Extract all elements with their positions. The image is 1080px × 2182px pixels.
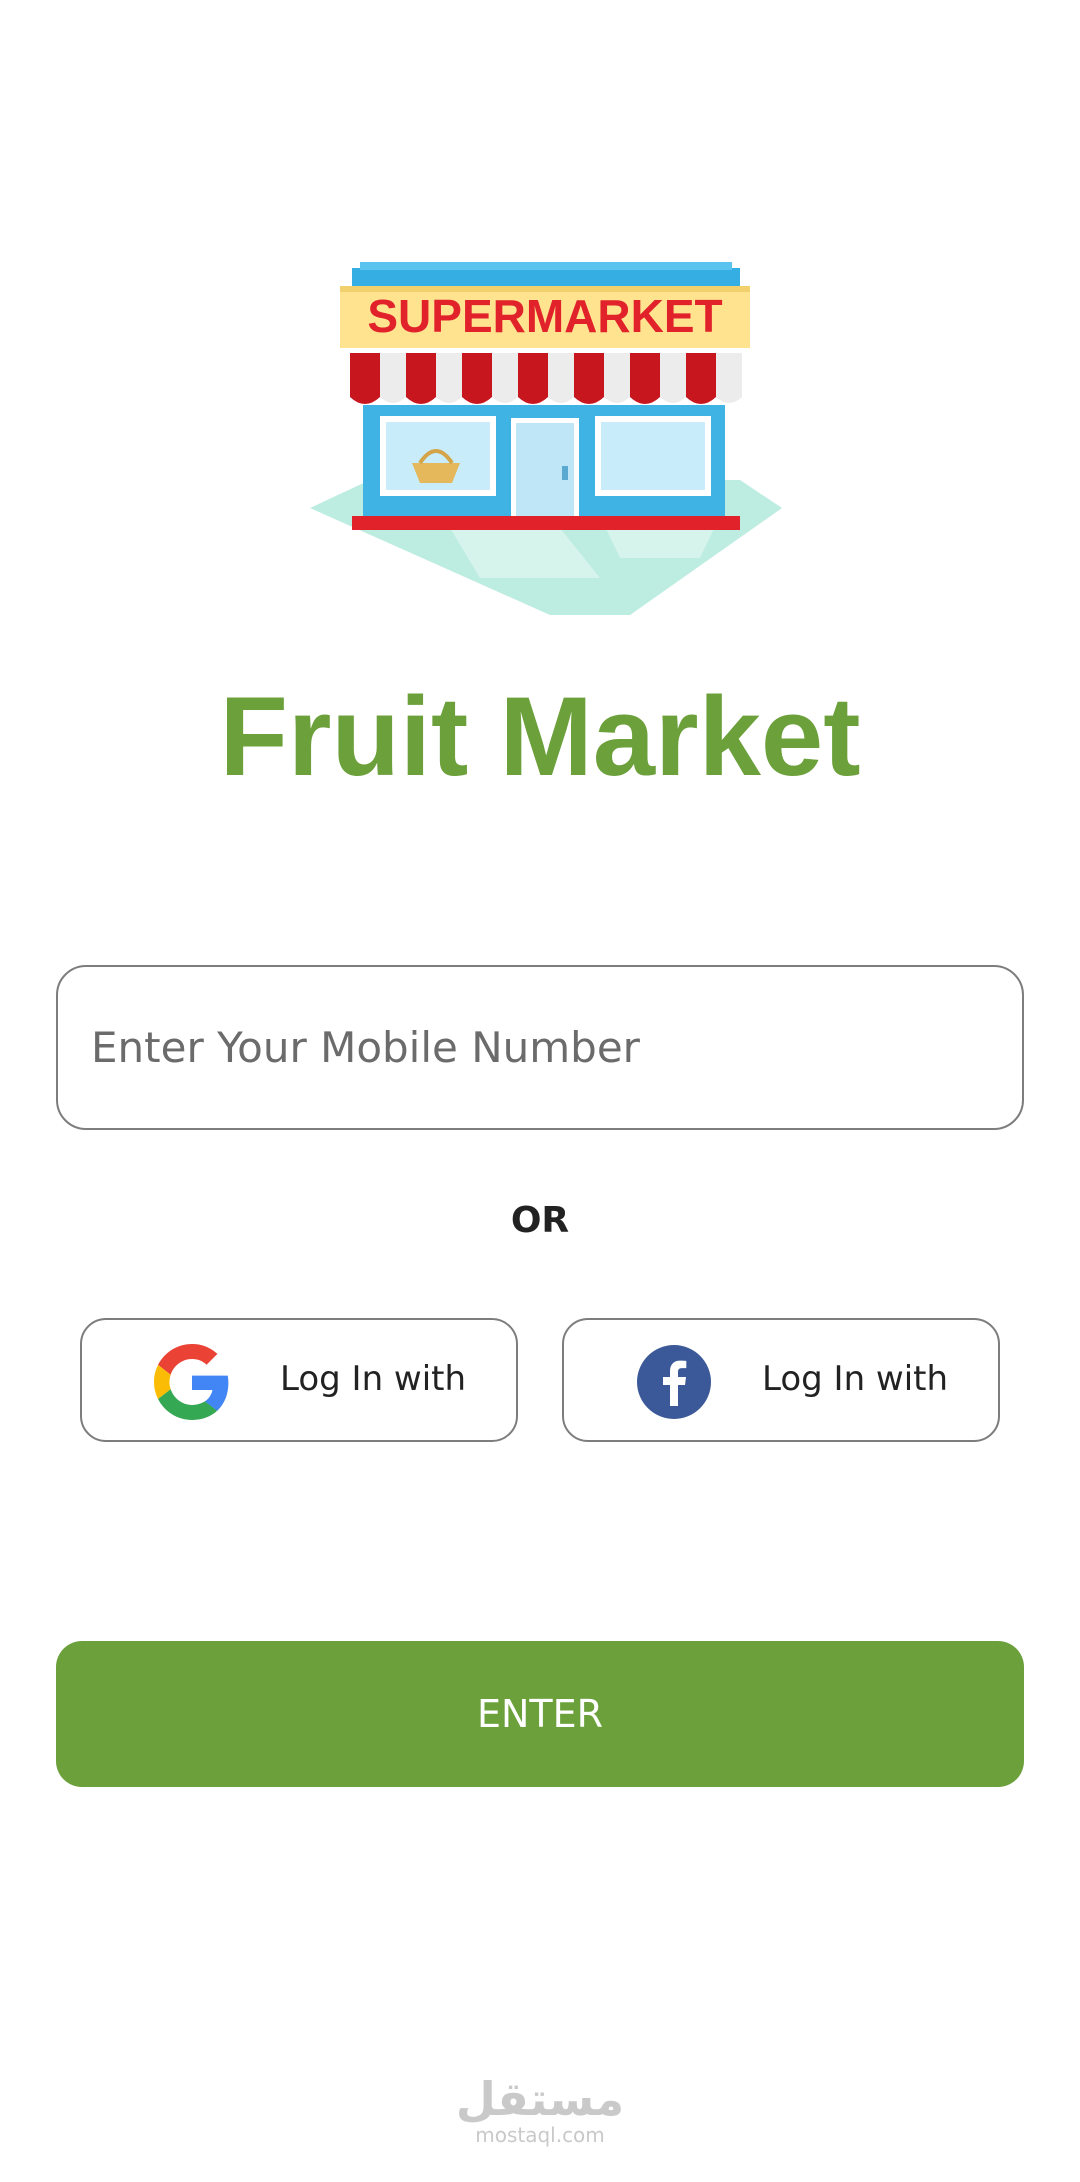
google-login-button[interactable]: Log In with: [80, 1318, 518, 1442]
watermark-arabic: مستقل: [455, 2072, 625, 2126]
watermark-latin: mostaql.com: [475, 2123, 605, 2147]
supermarket-logo: SUPERMARKET: [300, 258, 792, 624]
supermarket-sign-text: SUPERMARKET: [367, 290, 722, 342]
mobile-number-input[interactable]: [56, 965, 1024, 1130]
facebook-login-button[interactable]: Log In with: [562, 1318, 1000, 1442]
google-icon: [154, 1344, 230, 1420]
enter-button[interactable]: ENTER: [56, 1641, 1024, 1787]
watermark: مستقل mostaql.com: [0, 2074, 1080, 2146]
app-title: Fruit Market: [219, 674, 861, 799]
facebook-icon: [636, 1344, 712, 1420]
google-login-label: Log In with: [280, 1359, 467, 1399]
facebook-login-label: Log In with: [762, 1359, 949, 1399]
or-divider-label: OR: [510, 1200, 570, 1241]
